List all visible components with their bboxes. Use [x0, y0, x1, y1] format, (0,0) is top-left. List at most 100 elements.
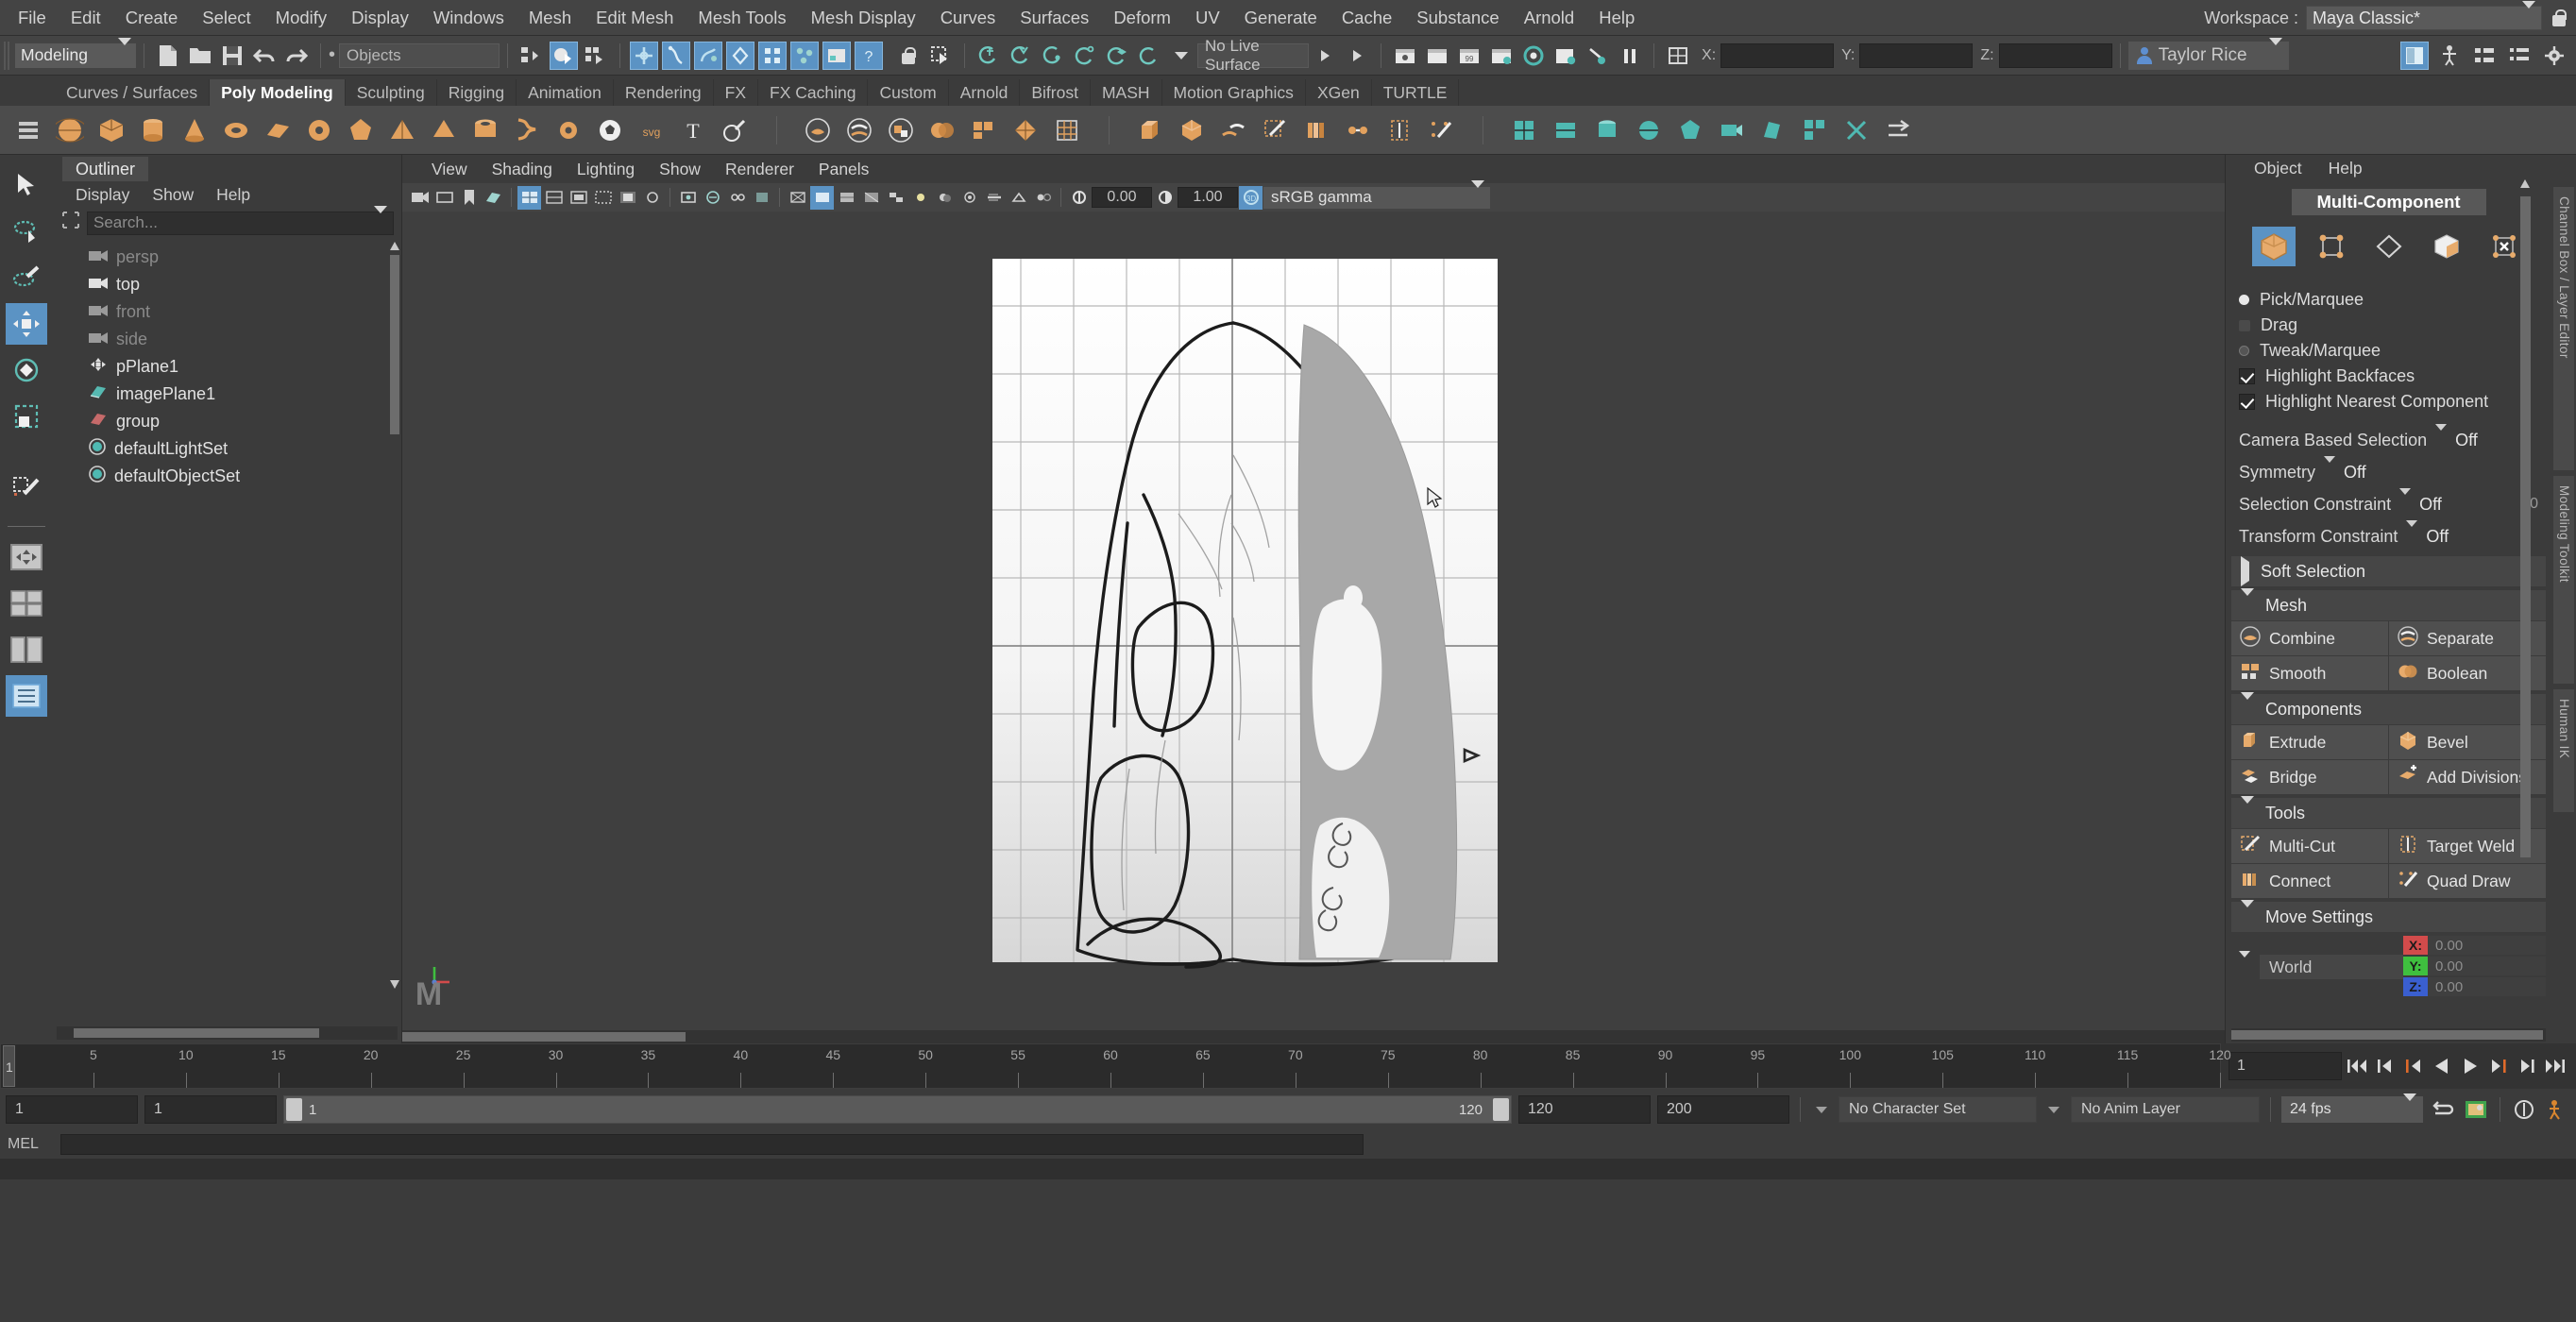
uv-camera-shelf-icon[interactable]: [1714, 112, 1750, 148]
animation-end-field[interactable]: 200: [1657, 1095, 1789, 1124]
snap-grid-icon[interactable]: [974, 42, 1003, 70]
section-soft-selection[interactable]: Soft Selection: [2231, 555, 2546, 586]
chevron-down-icon[interactable]: [2324, 455, 2335, 483]
shelf-tab-curves-surfaces[interactable]: Curves / Surfaces: [55, 79, 211, 106]
move-tool-icon[interactable]: [6, 303, 47, 345]
move-space-control[interactable]: World: [2231, 936, 2403, 998]
outliner-menu-help[interactable]: Help: [205, 185, 262, 205]
outliner-search-input[interactable]: Search...: [87, 206, 394, 235]
object-select-icon[interactable]: [550, 41, 579, 70]
menu-item-mesh-tools[interactable]: Mesh Tools: [686, 0, 798, 36]
xray-icon[interactable]: [701, 186, 724, 210]
uv-layout-shelf-icon[interactable]: [1797, 112, 1833, 148]
select-curve-mask-icon[interactable]: [662, 41, 691, 70]
quad-draw-shelf-icon[interactable]: [1423, 112, 1459, 148]
range-slider-right-handle[interactable]: [1493, 1098, 1509, 1121]
command-input[interactable]: [60, 1134, 1364, 1155]
menu-item-substance[interactable]: Substance: [1404, 0, 1511, 36]
poly-pyramid-icon[interactable]: [384, 112, 420, 148]
option-selection-constraint[interactable]: Selection Constraint Off 0: [2226, 487, 2551, 520]
smooth-shade-all-icon[interactable]: [835, 186, 858, 210]
poly-disc-icon[interactable]: [301, 112, 337, 148]
scrollbar-thumb[interactable]: [2231, 1030, 2543, 1040]
text-tool-icon[interactable]: T: [675, 112, 711, 148]
poly-pipe-icon[interactable]: [467, 112, 503, 148]
viewport-menu-renderer[interactable]: Renderer: [713, 160, 806, 179]
viewport-menu-shading[interactable]: Shading: [480, 160, 565, 179]
render-view-icon[interactable]: [1519, 42, 1548, 70]
uv-automatic-shelf-icon[interactable]: [1672, 112, 1708, 148]
uv-snapshot-shelf-icon[interactable]: [1839, 112, 1874, 148]
expand-collapse-icon[interactable]: [2241, 555, 2249, 586]
lock-icon[interactable]: [2550, 8, 2568, 28]
multicut-shelf-icon[interactable]: [1257, 112, 1293, 148]
bookmark-icon[interactable]: [457, 186, 481, 210]
camera-attributes-icon[interactable]: [432, 186, 456, 210]
color-space-select[interactable]: sRGB gamma: [1263, 180, 1490, 209]
anim-layer-field[interactable]: No Anim Layer: [2071, 1096, 2260, 1123]
play-backwards-icon[interactable]: [2429, 1052, 2455, 1080]
character-set-dropdown-icon[interactable]: [1811, 1097, 1832, 1122]
merge-shelf-icon[interactable]: [1340, 112, 1376, 148]
outliner-item-imageplane1[interactable]: imagePlane1: [53, 381, 401, 408]
poly-helix-icon[interactable]: [509, 112, 545, 148]
chevron-down-icon[interactable]: [2406, 519, 2418, 547]
gamma-value-field[interactable]: 1.00: [1178, 187, 1238, 208]
step-back-frame-icon[interactable]: [2400, 1052, 2427, 1080]
uv-editor-shelf-icon[interactable]: [1506, 112, 1542, 148]
highlight-selection-icon[interactable]: [926, 42, 955, 70]
uv-spherical-shelf-icon[interactable]: [1631, 112, 1667, 148]
scrollbar-thumb[interactable]: [74, 1028, 319, 1038]
construction-history-icon[interactable]: [1423, 42, 1451, 70]
collapse-icon[interactable]: [2241, 899, 2254, 927]
viewport-menu-show[interactable]: Show: [647, 160, 713, 179]
scrollbar-thumb[interactable]: [402, 1032, 686, 1042]
resolution-gate-icon[interactable]: [591, 186, 615, 210]
select-tool-icon[interactable]: [6, 164, 47, 206]
collapse-icon[interactable]: [2241, 587, 2254, 616]
menu-item-uv[interactable]: UV: [1183, 0, 1232, 36]
smooth-shelf-icon[interactable]: [966, 112, 1002, 148]
bridge-shelf-icon[interactable]: [1215, 112, 1251, 148]
statusline-grip[interactable]: [4, 41, 11, 70]
snap-point-icon[interactable]: [1039, 42, 1067, 70]
uv-cylindrical-shelf-icon[interactable]: [1589, 112, 1625, 148]
menu-item-mesh[interactable]: Mesh: [517, 0, 584, 36]
lock-selection-icon[interactable]: [894, 42, 923, 70]
show-hide-modeling-toolkit-icon[interactable]: [2400, 42, 2429, 70]
scrollbar-thumb[interactable]: [2520, 196, 2531, 857]
option-transform-constraint[interactable]: Transform Constraint Off: [2226, 519, 2551, 552]
outliner-vertical-scrollbar[interactable]: [390, 242, 399, 989]
chevron-down-icon[interactable]: [2435, 423, 2448, 450]
shaded-wireframe-icon[interactable]: [859, 186, 883, 210]
outliner-horizontal-scrollbar[interactable]: [57, 1026, 398, 1040]
shelf-tab-motion-graphics[interactable]: Motion Graphics: [1161, 79, 1306, 106]
redo-icon[interactable]: [282, 42, 311, 70]
toolkit-vertical-scrollbar[interactable]: [2520, 179, 2531, 1034]
shelf-tab-animation[interactable]: Animation: [517, 79, 614, 106]
expand-arrow-2-icon[interactable]: [1343, 42, 1371, 70]
collapse-icon[interactable]: [2241, 691, 2254, 720]
menu-item-edit-mesh[interactable]: Edit Mesh: [584, 0, 686, 36]
show-hide-attribute-editor-icon[interactable]: [2470, 42, 2499, 70]
section-tools[interactable]: Tools: [2231, 795, 2546, 828]
go-to-end-icon[interactable]: [2542, 1052, 2568, 1080]
menu-item-create[interactable]: Create: [113, 0, 191, 36]
outliner-filter-icon[interactable]: [60, 210, 81, 236]
isolate-select-icon[interactable]: [676, 186, 700, 210]
menu-item-mesh-display[interactable]: Mesh Display: [799, 0, 928, 36]
play-forwards-icon[interactable]: [2457, 1052, 2483, 1080]
shelf-tab-fx-caching[interactable]: FX Caching: [758, 79, 869, 106]
render-sequence-icon[interactable]: [1551, 42, 1580, 70]
pause-render-icon[interactable]: [1616, 42, 1644, 70]
radio-tweak-marquee[interactable]: Tweak/Marquee: [2239, 338, 2551, 364]
shelf-tab-custom[interactable]: Custom: [868, 79, 949, 106]
motion-blur-icon[interactable]: [982, 186, 1006, 210]
four-pane-layout-icon[interactable]: [6, 583, 47, 624]
range-end-field[interactable]: 120: [1518, 1095, 1651, 1124]
outliner-layout-icon[interactable]: [6, 675, 47, 717]
outliner-item-defaultlightset[interactable]: defaultLightSet: [53, 435, 401, 463]
shadows-icon[interactable]: [933, 186, 957, 210]
select-rendering-mask-icon[interactable]: [790, 41, 820, 70]
show-hide-tool-settings-icon[interactable]: [2540, 42, 2568, 70]
